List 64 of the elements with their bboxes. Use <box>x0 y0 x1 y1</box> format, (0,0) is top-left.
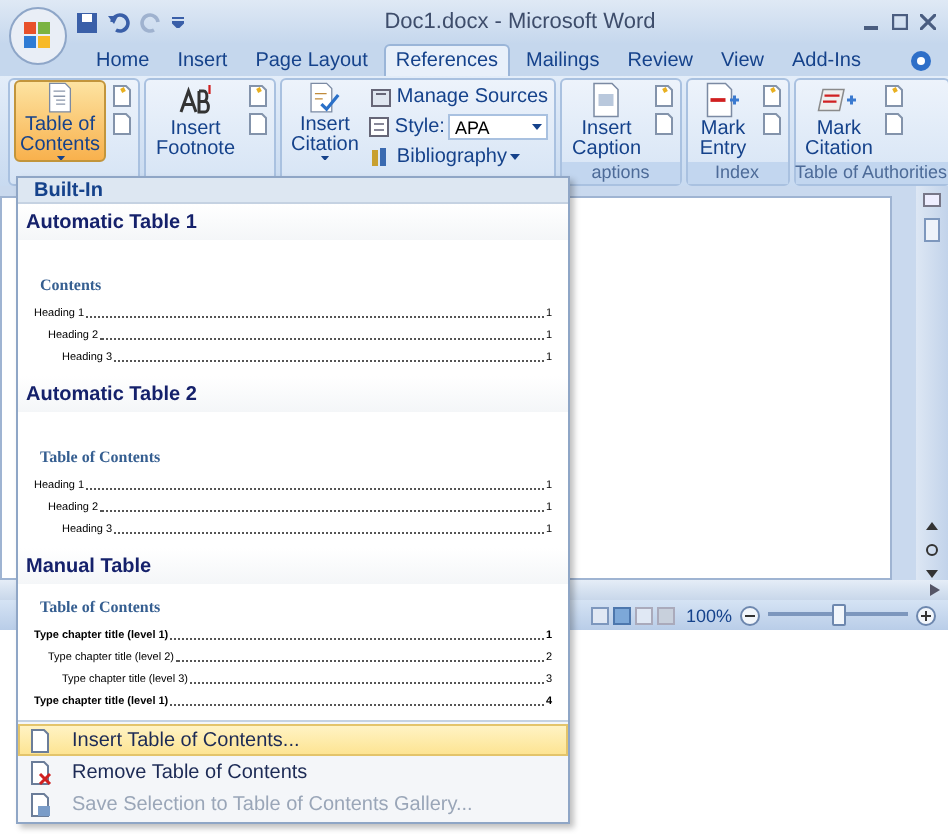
gallery-section-title: Automatic Table 1 <box>18 204 568 240</box>
ribbon-tab[interactable]: Insert <box>165 44 240 76</box>
small-document-icon[interactable] <box>759 84 783 108</box>
preview-heading: Contents <box>38 276 104 294</box>
manage-sources-button[interactable]: Manage Sources <box>368 84 551 110</box>
preview-heading: Table of Contents <box>38 598 163 616</box>
close-icon[interactable] <box>920 14 936 30</box>
menu-header: Built-In <box>18 178 568 204</box>
ribbon-tab[interactable]: Add-Ins <box>780 44 873 76</box>
save-icon[interactable] <box>76 11 98 33</box>
remove-document-icon <box>28 759 52 785</box>
ribbon-tab[interactable]: Review <box>615 44 705 76</box>
view-buttons-icon[interactable] <box>589 605 678 625</box>
ribbon-large-button[interactable]: Mark Entry <box>691 80 755 162</box>
scroll-right-icon[interactable] <box>930 584 940 596</box>
caret-icon <box>510 154 521 160</box>
ribbon-large-button[interactable]: Table of Contents <box>14 80 107 162</box>
ribbon-tab[interactable]: Mailings <box>514 44 612 76</box>
ribbon-large-button[interactable]: Insert Citation <box>285 80 365 162</box>
style-label: Style: <box>394 116 445 138</box>
small-document-icon[interactable] <box>651 84 675 108</box>
preview-heading: Table of Contents <box>38 448 163 466</box>
bibliography-button[interactable]: Bibliography <box>368 144 551 170</box>
small-document-icon[interactable] <box>110 112 135 136</box>
vertical-scrollbar[interactable] <box>916 186 948 580</box>
small-document-icon[interactable] <box>759 112 783 136</box>
ribbon-tab[interactable]: View <box>709 44 776 76</box>
ribbon-tab[interactable]: References <box>383 44 511 76</box>
group-label: aptions <box>562 162 679 184</box>
group-label: Table of Authorities <box>795 162 948 184</box>
ribbon-large-button[interactable]: Insert Footnote <box>150 80 242 162</box>
gallery-section-title: Automatic Table 2 <box>18 376 568 412</box>
zoom-out-icon[interactable] <box>740 605 760 625</box>
maximize-icon[interactable] <box>892 14 908 30</box>
undo-icon[interactable] <box>108 11 130 33</box>
small-document-icon[interactable] <box>651 112 675 136</box>
ribbon-large-button[interactable]: Insert Caption <box>566 80 647 162</box>
caret-icon <box>319 155 330 160</box>
ribbon-tab[interactable]: Page Layout <box>243 44 380 76</box>
caret-icon <box>55 155 66 160</box>
ribbon-tab[interactable]: Home <box>84 44 162 76</box>
sources-icon <box>370 86 393 108</box>
group-label: Index <box>687 162 787 184</box>
zoom-slider-thumb[interactable] <box>832 604 846 626</box>
menu-command[interactable]: Insert Table of Contents... <box>18 724 568 756</box>
small-document-icon[interactable] <box>110 84 135 108</box>
menu-command[interactable]: Remove Table of Contents <box>18 756 568 788</box>
style-dropdown[interactable]: APA <box>448 114 549 140</box>
small-document-icon[interactable] <box>245 84 270 108</box>
customize-icon[interactable] <box>172 16 184 28</box>
zoom-in-icon[interactable] <box>916 605 936 625</box>
caret-icon <box>532 124 543 130</box>
browse-buttons-icon[interactable] <box>924 520 940 580</box>
gallery-section-title: Manual Table <box>18 548 568 584</box>
document-icon <box>28 727 52 753</box>
window-title: Doc1.docx - Microsoft Word <box>382 10 658 34</box>
save-document-icon <box>28 791 52 817</box>
scroll-thumb-icon[interactable] <box>924 218 940 242</box>
zoom-level: 100% <box>685 605 732 625</box>
small-document-icon[interactable] <box>245 112 270 136</box>
small-document-icon[interactable] <box>882 84 907 108</box>
ribbon-large-button[interactable]: Mark Citation <box>799 80 879 162</box>
small-document-icon[interactable] <box>882 112 907 136</box>
style-icon <box>368 116 391 138</box>
